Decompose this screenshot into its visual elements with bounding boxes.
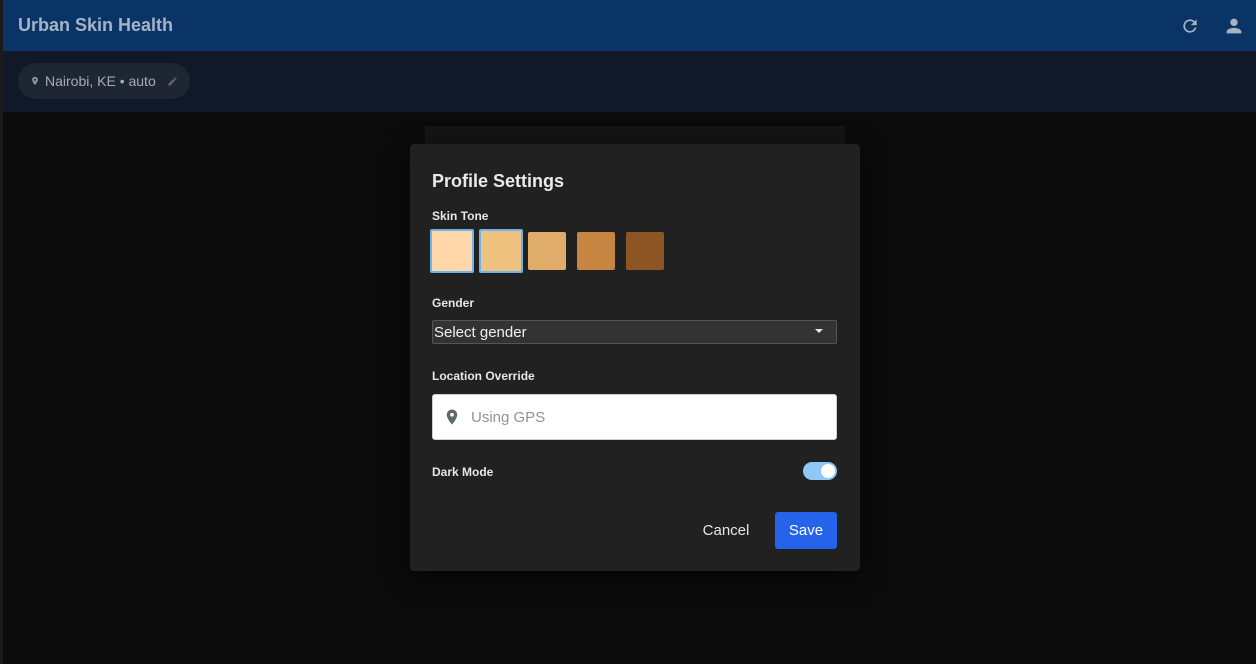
toggle-knob — [821, 464, 835, 478]
app-root: Urban Skin Health Nairobi, KE • auto Pro… — [0, 0, 1256, 664]
person-icon — [1226, 18, 1242, 33]
skin-tone-swatch-1[interactable] — [430, 229, 474, 273]
topbar-actions — [1168, 0, 1256, 51]
location-override-input[interactable] — [471, 395, 836, 439]
refresh-icon — [1183, 18, 1197, 33]
gender-select[interactable]: Select gender — [432, 320, 837, 344]
cancel-button[interactable]: Cancel — [695, 512, 757, 548]
location-override-label: Location Override — [432, 369, 535, 383]
skin-tone-swatch-2[interactable] — [479, 229, 523, 273]
location-chip-label: Nairobi, KE • auto — [45, 73, 156, 89]
dialog-title: Profile Settings — [432, 171, 565, 191]
map-pin-icon — [32, 76, 38, 86]
location-chip[interactable]: Nairobi, KE • auto — [18, 63, 190, 99]
skin-tone-swatch-4[interactable] — [577, 232, 615, 270]
location-override-field[interactable] — [432, 394, 837, 440]
gender-select-value: Select gender — [434, 323, 527, 341]
pencil-icon[interactable] — [167, 76, 178, 87]
app-title: Urban Skin Health — [18, 15, 174, 35]
profile-settings-dialog: Profile Settings Skin Tone Gender Select… — [410, 144, 860, 571]
dark-mode-toggle[interactable] — [803, 462, 837, 480]
skin-tone-swatch-3[interactable] — [528, 232, 566, 270]
skin-tone-label: Skin Tone — [432, 209, 489, 223]
account-button[interactable] — [1212, 4, 1256, 48]
map-pin-icon — [446, 409, 458, 425]
refresh-button[interactable] — [1168, 4, 1212, 48]
skin-tone-swatch-5[interactable] — [626, 232, 664, 270]
dark-mode-label: Dark Mode — [432, 465, 494, 479]
location-bar: Nairobi, KE • auto — [3, 51, 1256, 112]
skin-tone-swatches — [430, 229, 670, 273]
save-button[interactable]: Save — [775, 512, 837, 549]
top-app-bar: Urban Skin Health — [3, 0, 1256, 51]
chevron-down-icon — [815, 329, 823, 333]
gender-label: Gender — [432, 296, 475, 310]
